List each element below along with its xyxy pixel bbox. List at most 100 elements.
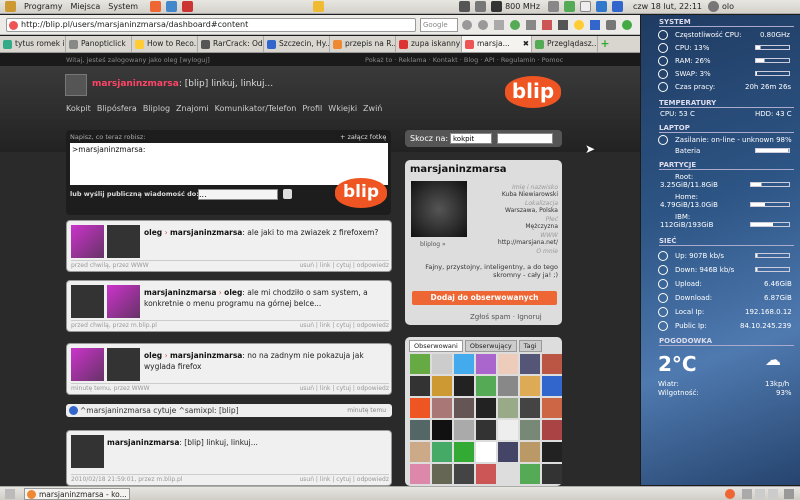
post-author[interactable]: oleg [144,228,162,237]
tab-7-active[interactable]: marsja... ✖ [462,36,532,52]
field-value[interactable]: http://marsjana.net/ [498,239,558,246]
accessibility-icon[interactable] [612,1,624,12]
recipient-select[interactable]: ... [198,189,278,200]
lock-icon[interactable] [283,189,292,199]
tray-icon-2[interactable] [475,1,487,12]
workspace-2[interactable] [755,489,765,499]
addon-icon-2[interactable] [542,20,552,30]
post-actions[interactable]: usuń | link | cytuj | odpowiedz [299,476,389,483]
top-links[interactable]: Pokaż to · Reklama · Kontakt · Blog · AP… [365,54,563,66]
friend-avatar[interactable] [454,398,474,418]
friend-avatar[interactable] [476,354,496,374]
friend-avatar[interactable] [520,420,540,440]
tab-0[interactable]: tytus romek i... [0,36,66,52]
friend-avatar[interactable] [432,464,452,484]
tab-2[interactable]: How to Reco... [132,36,198,52]
spam-ignore-links[interactable]: Zgłoś spam · Ignoruj [470,313,542,321]
avatar[interactable] [107,225,140,258]
friend-avatar[interactable] [476,398,496,418]
tab-4[interactable]: Szczecin, Hy... [264,36,330,52]
post-time[interactable]: przed chwilą, przez WWW [71,262,149,269]
friend-avatar[interactable] [410,398,430,418]
jump-select[interactable]: kokpit [450,133,492,144]
friend-avatar[interactable] [410,442,430,462]
search-box[interactable]: Google [420,18,458,32]
back-icon[interactable] [462,20,472,30]
profile-name[interactable]: marsjaninzmarsa [410,164,507,175]
addon-icon-7[interactable] [622,20,632,30]
close-tab-icon[interactable]: ✖ [523,36,529,52]
friend-avatar[interactable] [454,354,474,374]
post-time[interactable]: przed chwilą, przez m.blip.pl [71,322,157,329]
post-actions[interactable]: usuń | link | cytuj | odpowiedz [299,322,389,329]
menu-places[interactable]: Miejsca [71,2,101,11]
gnome-foot-icon[interactable] [5,1,16,12]
thunderbird-icon[interactable] [166,1,178,12]
avatar[interactable] [107,348,140,381]
avatar[interactable] [65,74,87,96]
nav-wkiejki[interactable]: Wkiejki [328,104,357,113]
workspace-3[interactable] [768,489,778,499]
adblock-icon[interactable] [510,20,520,30]
friend-avatar[interactable] [432,442,452,462]
addon-icon-5[interactable] [590,20,600,30]
post-actions[interactable]: usuń | link | cytuj | odpowiedz [299,262,389,269]
blip-logo[interactable]: blip [505,76,561,108]
friend-avatar[interactable] [476,464,496,484]
tab-6[interactable]: zupa iskanny [396,36,462,52]
tab-1[interactable]: Panopticlick [66,36,132,52]
tab-tagi[interactable]: Tagi [518,340,542,352]
friend-avatar[interactable] [542,376,562,396]
quote-text[interactable]: ^marsjaninzmarsa cytuje ^samixpl: [blip] [80,406,239,415]
nav-profil[interactable]: Profil [302,104,322,113]
friend-avatar[interactable] [432,376,452,396]
clock[interactable]: czw 18 lut, 22:11 [633,2,702,11]
addon-icon-6[interactable] [606,20,616,30]
friend-avatar[interactable] [454,420,474,440]
friend-avatar[interactable] [454,442,474,462]
friend-avatar[interactable] [520,354,540,374]
profile-avatar[interactable] [411,181,467,237]
friend-avatar[interactable] [410,464,430,484]
tray-icon-1[interactable] [459,1,471,12]
trash-icon[interactable] [784,489,794,499]
workspace-1[interactable] [742,489,752,499]
friend-avatar[interactable] [520,398,540,418]
user-name[interactable]: olo [722,2,734,11]
network-icon[interactable] [548,1,560,12]
addon-icon[interactable] [526,20,536,30]
battery-icon[interactable] [564,1,576,12]
avatar[interactable] [71,225,104,258]
post-target[interactable]: oleg [224,288,242,297]
nav-bliposfera[interactable]: Blipósfera [97,104,137,113]
friend-avatar[interactable] [476,420,496,440]
nav-kokpit[interactable]: Kokpit [66,104,91,113]
nav-znajomi[interactable]: Znajomi [176,104,209,113]
friend-avatar[interactable] [542,464,562,484]
menu-programs[interactable]: Programy [24,2,63,11]
post-target[interactable]: marsjaninzmarsa [170,351,242,360]
friend-avatar[interactable] [410,376,430,396]
reload-icon[interactable] [494,20,504,30]
nav-bliplog[interactable]: Bliplog [143,104,170,113]
post-actions[interactable]: usuń | link | cytuj | odpowiedz [299,385,389,392]
nav-zwin[interactable]: Zwiń [363,104,382,113]
mail-icon[interactable] [182,1,194,12]
show-desktop-icon[interactable] [5,489,15,499]
menu-system[interactable]: System [108,2,138,11]
tab-5[interactable]: przepis na R... [330,36,396,52]
new-tab-icon[interactable]: + [598,36,612,52]
addon-icon-3[interactable] [558,20,568,30]
friend-avatar[interactable] [542,398,562,418]
addon-icon-4[interactable] [574,20,584,30]
avatar[interactable] [71,435,104,468]
friend-avatar[interactable] [498,464,518,484]
post-author[interactable]: marsjaninzmarsa [107,438,179,447]
friend-avatar[interactable] [498,442,518,462]
friend-avatar[interactable] [454,376,474,396]
friend-avatar[interactable] [520,442,540,462]
friend-avatar[interactable] [542,354,562,374]
avatar[interactable] [107,285,140,318]
avatar[interactable] [71,348,104,381]
forward-icon[interactable] [478,20,488,30]
